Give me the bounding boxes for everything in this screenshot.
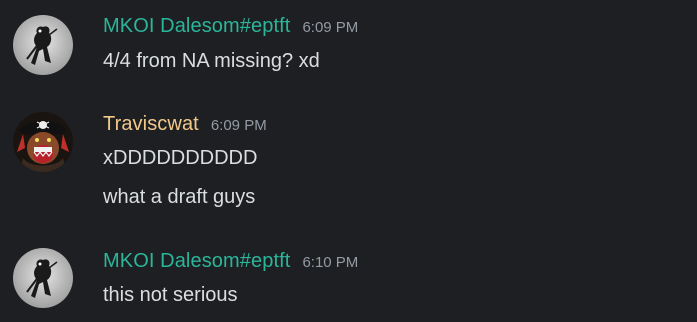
username[interactable]: Traviscwat (103, 113, 199, 136)
message-text: 4/4 from NA missing? xd (103, 50, 320, 72)
timestamp[interactable]: 6:10 PM (302, 254, 358, 271)
message-header: Traviscwat 6:09 PM (103, 113, 267, 139)
message-header: MKOI Dalesom#eptft 6:10 PM (103, 250, 358, 276)
timestamp[interactable]: 6:09 PM (211, 117, 267, 134)
avatar[interactable] (13, 248, 73, 308)
avatar[interactable] (13, 15, 73, 75)
username[interactable]: MKOI Dalesom#eptft (103, 250, 290, 273)
rat-avatar-icon (13, 15, 73, 75)
username[interactable]: MKOI Dalesom#eptft (103, 15, 290, 38)
avatar[interactable] (13, 112, 73, 172)
message-text: this not serious (103, 284, 238, 306)
message-text: xDDDDDDDDDD (103, 147, 258, 169)
timestamp[interactable]: 6:09 PM (302, 19, 358, 36)
message-text: what a draft guys (103, 186, 256, 208)
message-header: MKOI Dalesom#eptft 6:09 PM (103, 15, 358, 41)
rat-avatar-icon (13, 248, 73, 308)
pirate-avatar-icon (13, 112, 73, 172)
